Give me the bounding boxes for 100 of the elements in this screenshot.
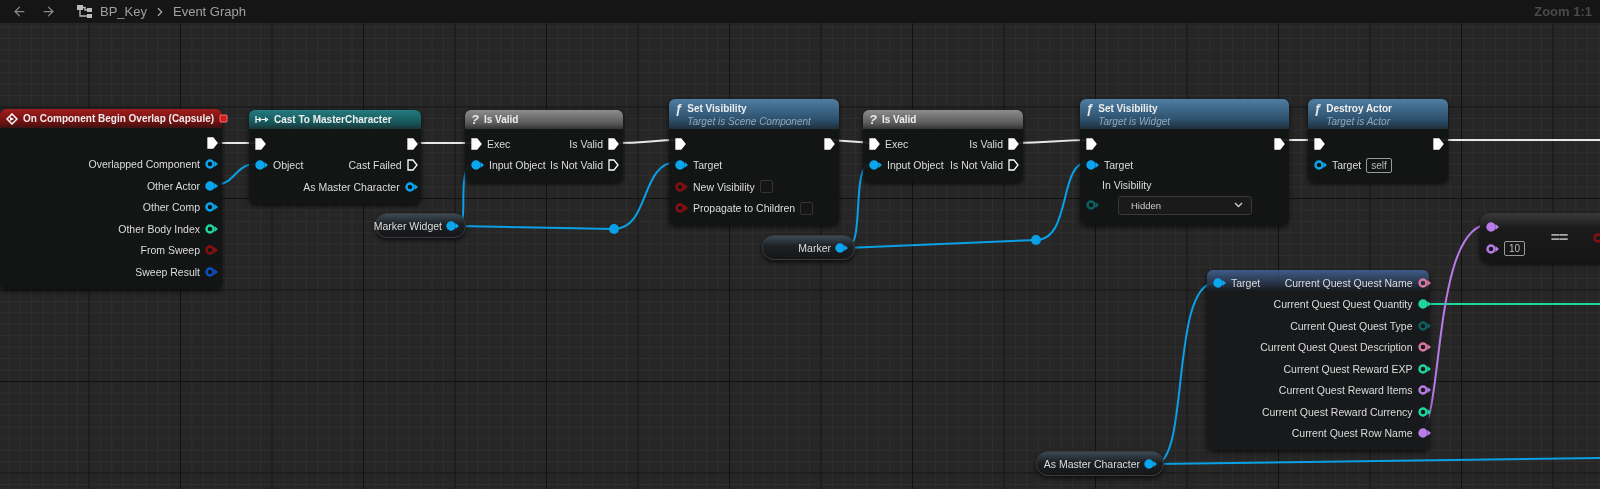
square-pin-icon[interactable] bbox=[219, 114, 229, 123]
node-title: Cast To MasterCharacter bbox=[274, 113, 393, 126]
data-pin-icon[interactable] bbox=[255, 160, 268, 171]
data-pin-icon[interactable] bbox=[1417, 363, 1431, 374]
node-title: Is Valid bbox=[881, 113, 918, 126]
node-title: Set Visibility bbox=[687, 102, 748, 115]
graph-icon bbox=[76, 4, 94, 19]
exec-pin-icon[interactable] bbox=[824, 137, 835, 150]
graph-node[interactable] bbox=[1207, 270, 1429, 450]
graph-node[interactable]: ? Is Valid Exec Input Object Is Valid Is Not Valid bbox=[465, 110, 623, 182]
data-pin-icon[interactable] bbox=[1086, 160, 1099, 171]
checkbox[interactable] bbox=[759, 180, 773, 194]
pin-label: Is Valid bbox=[969, 137, 1003, 150]
node-subtitle: Target is Widget bbox=[1098, 116, 1172, 127]
data-pin-icon[interactable] bbox=[1417, 277, 1431, 288]
exec-pin-icon[interactable] bbox=[675, 137, 686, 150]
data-pin-icon[interactable] bbox=[446, 220, 459, 231]
pin-label: Target bbox=[1332, 159, 1362, 172]
exec-pin-icon[interactable] bbox=[1008, 159, 1019, 172]
data-pin-icon[interactable] bbox=[1417, 299, 1431, 310]
node-type-glyph: ? bbox=[471, 112, 479, 127]
node-title: Destroy Actor bbox=[1326, 102, 1393, 115]
breadcrumb-item[interactable]: BP_Key bbox=[100, 4, 147, 19]
data-pin-icon[interactable] bbox=[205, 159, 218, 170]
exec-pin-icon[interactable] bbox=[1008, 137, 1019, 150]
pin-label: New Visibility bbox=[693, 180, 755, 193]
data-pin-icon[interactable] bbox=[205, 180, 218, 191]
data-pin-icon[interactable] bbox=[835, 242, 848, 253]
data-pin-icon[interactable] bbox=[869, 160, 882, 171]
pin-label: From Sweep bbox=[140, 244, 200, 257]
reroute-knot[interactable] bbox=[609, 224, 619, 234]
pin-label: Current Quest Quest Name bbox=[1284, 276, 1413, 289]
breadcrumb-item[interactable]: Event Graph bbox=[173, 4, 246, 19]
forward-arrow-icon[interactable] bbox=[41, 4, 56, 19]
pin-label: Sweep Result bbox=[135, 265, 200, 278]
data-pin-icon[interactable] bbox=[1144, 458, 1157, 469]
node-subtitle: Target is Scene Component bbox=[687, 116, 812, 127]
exec-pin-icon[interactable] bbox=[207, 136, 218, 149]
node-type-glyph: ƒ bbox=[675, 101, 683, 116]
node-title: Is Valid bbox=[483, 113, 520, 126]
pin-label: Target bbox=[1231, 276, 1261, 289]
pin-label: Target bbox=[693, 159, 723, 172]
pin-label: Is Not Valid bbox=[950, 159, 1003, 172]
graph-node[interactable]: ƒ Set Visibility Target is Scene Component Target New Visibility Propagate to Children bbox=[669, 99, 839, 225]
graph-node[interactable]: ƒ Destroy Actor Target is Actor Target self bbox=[1308, 99, 1448, 182]
variable-node[interactable]: As Master Character bbox=[1036, 451, 1164, 476]
pin-label: Current Quest Row Name bbox=[1291, 427, 1413, 440]
data-pin-icon[interactable] bbox=[1486, 243, 1499, 254]
data-pin-icon[interactable] bbox=[1417, 406, 1431, 417]
node-type-glyph: ƒ bbox=[1086, 101, 1094, 116]
data-pin-icon[interactable] bbox=[471, 160, 484, 171]
pin-label: Is Valid bbox=[569, 137, 603, 150]
exec-pin-icon[interactable] bbox=[869, 137, 880, 150]
pin-label: In Visibility bbox=[1102, 179, 1152, 191]
value-field[interactable]: 10 bbox=[1504, 241, 1526, 257]
graph-node[interactable]: Cast To MasterCharacter Object Cast Failed As Master Character bbox=[249, 110, 421, 204]
pin-label: Propagate to Children bbox=[693, 202, 796, 215]
exec-pin-icon[interactable] bbox=[1433, 137, 1444, 150]
exec-pin-icon[interactable] bbox=[608, 137, 619, 150]
graph-node[interactable]: ? Is Valid Exec Input Object Is Valid Is Not Valid bbox=[863, 110, 1023, 182]
data-pin-icon[interactable] bbox=[1213, 277, 1226, 288]
node-subtitle: Target is Actor bbox=[1326, 116, 1392, 127]
dropdown[interactable]: Hidden bbox=[1118, 195, 1252, 215]
variable-name: As Master Character bbox=[1043, 457, 1140, 470]
data-pin-icon[interactable] bbox=[404, 181, 418, 192]
graph-node[interactable]: 10 == bbox=[1480, 213, 1600, 263]
exec-pin-icon[interactable] bbox=[406, 159, 418, 172]
pin-label: Other Comp bbox=[142, 201, 200, 214]
exec-pin-icon[interactable] bbox=[471, 137, 482, 150]
exec-pin-icon[interactable] bbox=[1086, 137, 1097, 150]
data-pin-icon[interactable] bbox=[675, 160, 688, 171]
reroute-knot[interactable] bbox=[1031, 235, 1041, 245]
exec-pin-icon[interactable] bbox=[608, 159, 619, 172]
pin-label: Current Quest Quest Description bbox=[1260, 341, 1413, 354]
variable-node[interactable]: Marker Widget bbox=[375, 213, 466, 238]
data-pin-icon[interactable] bbox=[1417, 428, 1431, 439]
exec-pin-icon[interactable] bbox=[1274, 137, 1285, 150]
node-title: On Component Begin Overlap (Capsule) bbox=[23, 112, 215, 125]
caret-icon bbox=[1234, 202, 1243, 208]
data-pin-icon[interactable] bbox=[1417, 385, 1431, 396]
graph-node[interactable]: ƒ Set Visibility Target is Widget Target In Visibility Hidden bbox=[1080, 99, 1289, 225]
pin-label: Input Object bbox=[489, 159, 546, 172]
data-pin-icon[interactable] bbox=[1314, 160, 1327, 171]
data-pin-icon[interactable] bbox=[1486, 222, 1499, 233]
pin-label: Is Not Valid bbox=[550, 159, 603, 172]
exec-pin-icon[interactable] bbox=[255, 137, 266, 150]
pin-label: Target bbox=[1104, 159, 1134, 172]
data-pin-icon[interactable] bbox=[205, 223, 218, 234]
exec-pin-icon[interactable] bbox=[1314, 137, 1325, 150]
data-pin-icon[interactable] bbox=[205, 202, 218, 213]
exec-pin-icon[interactable] bbox=[406, 137, 418, 150]
pin-label: Other Body Index bbox=[118, 222, 200, 235]
pin-label: Cast Failed bbox=[348, 159, 402, 172]
pin-label: Current Quest Reward Currency bbox=[1261, 405, 1413, 418]
data-pin-icon[interactable] bbox=[1417, 342, 1431, 353]
pin-label: Other Actor bbox=[146, 179, 200, 192]
variable-node[interactable]: Marker bbox=[762, 235, 855, 260]
pin-label: As Master Character bbox=[303, 180, 400, 193]
value-field[interactable]: self bbox=[1366, 157, 1392, 173]
checkbox[interactable] bbox=[800, 201, 814, 215]
